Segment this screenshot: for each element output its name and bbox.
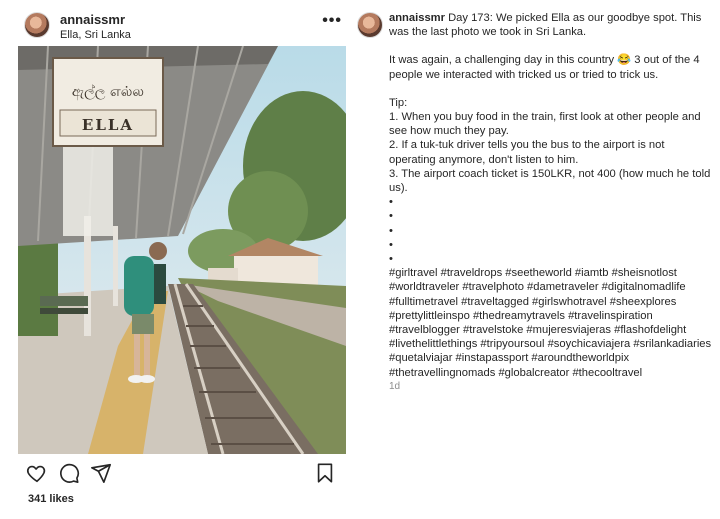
- caption-avatar[interactable]: [357, 12, 383, 38]
- bullet-line: •: [389, 253, 393, 266]
- bullet-line: •: [389, 196, 393, 209]
- tip-item: 3. The airport coach ticket is 150LKR, n…: [389, 167, 711, 195]
- post-username[interactable]: annaissmr: [60, 12, 125, 27]
- caption-paragraph: It was again, a challenging day in this …: [389, 54, 700, 81]
- tip-title: Tip:: [389, 96, 408, 109]
- sign-text-top: ඇල්ල எல்ல: [72, 84, 144, 101]
- bookmark-icon[interactable]: [314, 462, 336, 484]
- post-location[interactable]: Ella, Sri Lanka: [60, 29, 131, 41]
- caption-text: annaissmr Day 173: We picked Ella as our…: [389, 11, 714, 394]
- bullet-line: •: [389, 210, 393, 223]
- heart-icon[interactable]: [26, 462, 48, 484]
- avatar[interactable]: [24, 12, 50, 38]
- post-header: annaissmr Ella, Sri Lanka •••: [14, 8, 346, 44]
- bullet-line: •: [389, 238, 393, 251]
- more-options-button[interactable]: •••: [322, 12, 342, 30]
- bullet-line: •: [389, 224, 393, 237]
- caption-username[interactable]: annaissmr: [389, 12, 445, 24]
- caption-panel: annaissmr Day 173: We picked Ella as our…: [355, 0, 720, 519]
- comment-icon[interactable]: [58, 462, 80, 484]
- tip-item: 1. When you buy food in the train, first…: [389, 111, 701, 138]
- post-panel: annaissmr Ella, Sri Lanka ••• ඇල්ල எல்ல …: [0, 0, 355, 519]
- sign-text-bottom: ELLA: [82, 116, 134, 134]
- tip-item: 2. If a tuk-tuk driver tells you the bus…: [389, 139, 665, 166]
- post-time: 1d: [389, 380, 401, 392]
- hashtags[interactable]: #girltravel #traveldrops #seetheworld #i…: [389, 266, 714, 380]
- likes-count[interactable]: 341 likes: [28, 493, 74, 505]
- post-actions: [18, 462, 346, 488]
- post-photo[interactable]: ඇල්ල எல்ல ELLA: [18, 46, 346, 454]
- share-icon[interactable]: [90, 462, 112, 484]
